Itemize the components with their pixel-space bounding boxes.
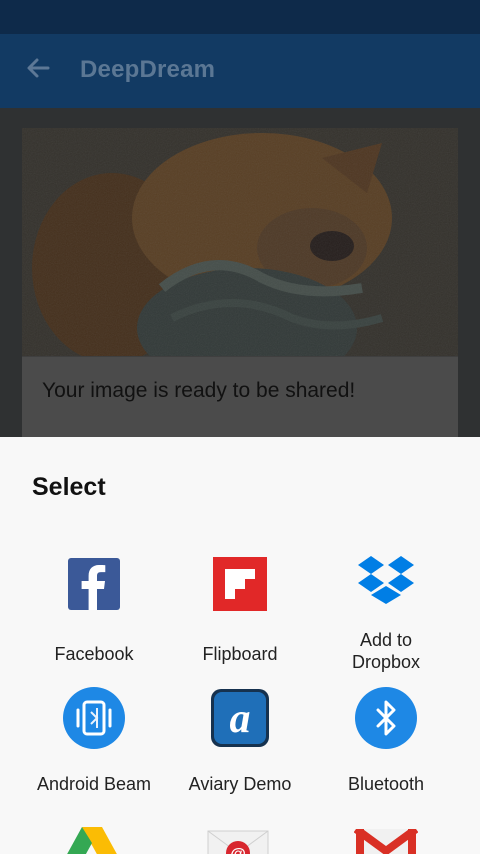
google-drive-icon[interactable] xyxy=(60,827,124,854)
share-target-label: Flipboard xyxy=(202,644,278,664)
gmail-icon[interactable] xyxy=(353,827,419,854)
arrow-left-icon[interactable] xyxy=(24,54,52,82)
share-sheet: Select Facebook Flipboard Add to Dropbox… xyxy=(0,437,480,854)
share-target-android-beam[interactable]: Android Beam xyxy=(19,685,169,805)
dropbox-icon xyxy=(353,549,419,615)
share-target-facebook[interactable]: Facebook xyxy=(19,551,169,671)
share-target-label-line2: Dropbox xyxy=(351,652,421,672)
share-target-aviary-demo[interactable]: a Aviary Demo xyxy=(165,685,315,805)
image-card: Your image is ready to be shared! xyxy=(22,128,458,437)
aviary-icon: a xyxy=(207,685,273,751)
share-target-label: Aviary Demo xyxy=(188,774,292,794)
deepdream-image xyxy=(22,128,458,356)
app-title: DeepDream xyxy=(80,56,216,83)
bluetooth-icon xyxy=(353,685,419,751)
svg-text:a: a xyxy=(230,696,251,742)
facebook-icon xyxy=(61,551,127,617)
share-target-label: Bluetooth xyxy=(347,774,425,794)
android-beam-icon xyxy=(61,685,127,751)
mail-icon[interactable]: @ xyxy=(206,827,270,854)
share-sheet-next-row: @ xyxy=(0,827,480,854)
svg-text:@: @ xyxy=(230,846,246,854)
app-bar: DeepDream xyxy=(0,34,480,108)
share-target-label: Facebook xyxy=(54,644,134,664)
share-target-dropbox[interactable]: Add to Dropbox xyxy=(311,549,461,672)
card-message: Your image is ready to be shared! xyxy=(42,379,356,402)
share-target-bluetooth[interactable]: Bluetooth xyxy=(311,685,461,805)
share-sheet-title: Select xyxy=(32,473,106,501)
share-target-flipboard[interactable]: Flipboard xyxy=(165,551,315,671)
main-content: Your image is ready to be shared! xyxy=(0,108,480,437)
status-bar xyxy=(0,0,480,34)
share-target-label-line1: Add to xyxy=(359,630,413,650)
card-message-area: Your image is ready to be shared! xyxy=(22,356,458,437)
share-target-label: Android Beam xyxy=(36,774,152,794)
flipboard-icon xyxy=(207,551,273,617)
